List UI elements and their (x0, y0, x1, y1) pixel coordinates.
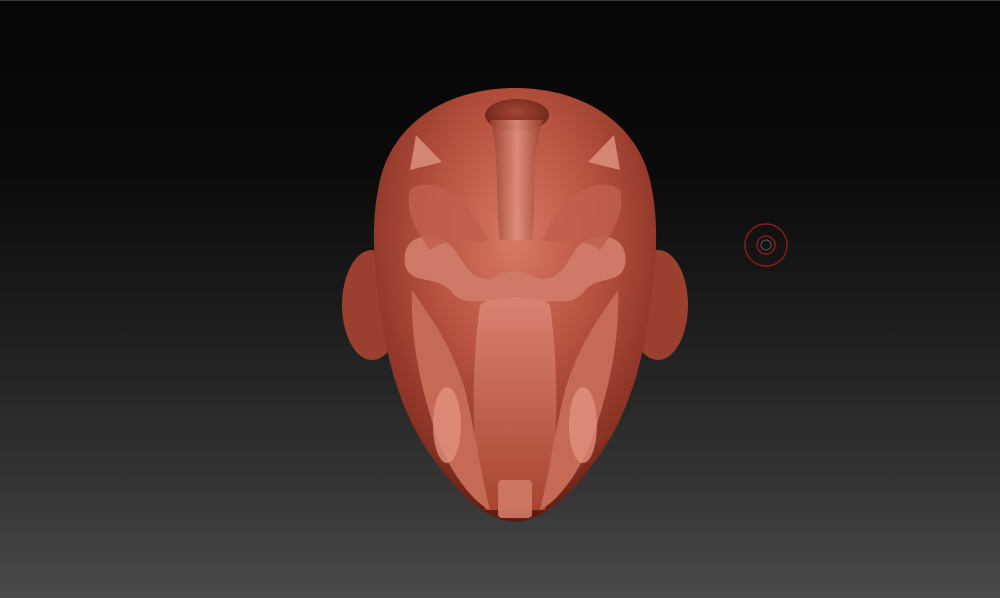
brush-cursor-icon (744, 223, 788, 267)
right-vent (569, 387, 597, 463)
chin-plate (498, 480, 532, 518)
left-vent (433, 387, 461, 463)
snout (473, 297, 557, 510)
sculpt-viewport[interactable] (0, 0, 1000, 598)
sculpted-head-model[interactable] (330, 80, 700, 530)
